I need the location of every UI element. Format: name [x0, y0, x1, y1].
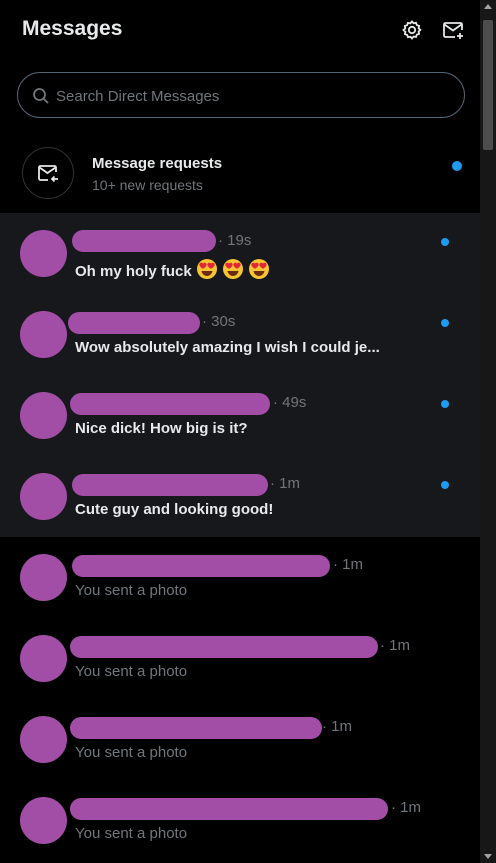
- redacted-name: [70, 717, 322, 739]
- conversation-list: · 19s Oh my holy fuck · 30s Wow absolute…: [0, 213, 480, 861]
- message-preview: You sent a photo: [75, 744, 188, 761]
- avatar: [20, 392, 67, 439]
- scroll-up-arrow-icon[interactable]: [484, 4, 492, 9]
- timestamp: · 1m: [333, 556, 363, 573]
- avatar: [20, 554, 67, 601]
- scroll-down-arrow-icon[interactable]: [484, 854, 492, 859]
- avatar: [20, 797, 67, 844]
- unread-indicator: [452, 161, 462, 171]
- timestamp: · 1m: [391, 799, 421, 816]
- message-preview: Cute guy and looking good!: [75, 501, 274, 518]
- search-input[interactable]: [54, 83, 448, 109]
- message-requests[interactable]: Message requests 10+ new requests: [0, 136, 480, 212]
- message-preview: Wow absolutely amazing I wish I could je…: [75, 339, 380, 356]
- search-box[interactable]: [17, 72, 465, 118]
- header: Messages: [0, 0, 480, 62]
- unread-indicator: [441, 400, 449, 408]
- new-message-icon[interactable]: [441, 18, 465, 42]
- redacted-name: [70, 798, 388, 820]
- avatar: [20, 230, 67, 277]
- redacted-name: [72, 230, 216, 252]
- conversation-row[interactable]: · 1m You sent a photo: [0, 780, 480, 861]
- conversation-row[interactable]: · 1m You sent a photo: [0, 618, 480, 699]
- redacted-name: [68, 312, 200, 334]
- message-requests-icon: [22, 147, 74, 199]
- page-title: Messages: [22, 17, 123, 40]
- search-icon: [33, 88, 49, 104]
- unread-indicator: [441, 481, 449, 489]
- messages-panel: Messages Search Direct Messages Message …: [0, 0, 480, 863]
- conversation-row[interactable]: · 19s Oh my holy fuck: [0, 213, 480, 294]
- scrollbar-thumb[interactable]: [483, 20, 493, 150]
- redacted-name: [72, 555, 330, 577]
- timestamp: · 1m: [322, 718, 352, 735]
- conversation-row[interactable]: · 49s Nice dick! How big is it?: [0, 375, 480, 456]
- message-requests-title: Message requests: [92, 155, 223, 172]
- redacted-name: [70, 636, 378, 658]
- redacted-name: [72, 474, 268, 496]
- avatar: [20, 716, 67, 763]
- message-preview: Oh my holy fuck: [75, 258, 272, 284]
- settings-icon[interactable]: [400, 18, 424, 42]
- unread-indicator: [441, 238, 449, 246]
- message-preview: You sent a photo: [75, 825, 188, 842]
- conversation-row[interactable]: · 1m Cute guy and looking good!: [0, 456, 480, 537]
- avatar: [20, 311, 67, 358]
- timestamp: · 49s: [273, 394, 307, 411]
- redacted-name: [70, 393, 270, 415]
- avatar: [20, 473, 67, 520]
- message-preview: You sent a photo: [75, 663, 188, 680]
- message-requests-subtitle: 10+ new requests: [92, 177, 203, 193]
- timestamp: · 1m: [270, 475, 300, 492]
- timestamp: · 30s: [202, 313, 236, 330]
- conversation-row[interactable]: · 1m You sent a photo: [0, 537, 480, 618]
- scrollbar[interactable]: [480, 0, 496, 863]
- message-preview: Nice dick! How big is it?: [75, 420, 248, 437]
- message-preview-text: Oh my holy fuck: [75, 263, 192, 280]
- message-preview: You sent a photo: [75, 582, 188, 599]
- conversation-row[interactable]: · 1m You sent a photo: [0, 699, 480, 780]
- timestamp: · 19s: [218, 232, 252, 249]
- conversation-row[interactable]: · 30s Wow absolutely amazing I wish I co…: [0, 294, 480, 375]
- unread-indicator: [441, 319, 449, 327]
- timestamp: · 1m: [380, 637, 410, 654]
- avatar: [20, 635, 67, 682]
- heart-eyes-emoji-icon: [196, 258, 272, 284]
